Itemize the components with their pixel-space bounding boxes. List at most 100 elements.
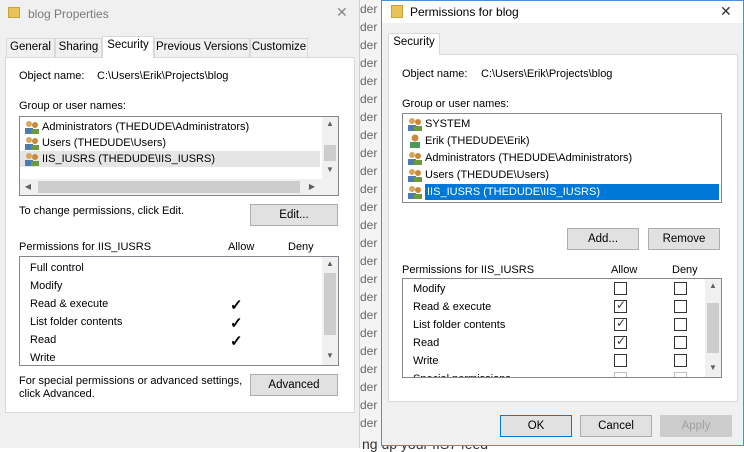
permission-name: Read: [30, 334, 57, 346]
allow-checkbox[interactable]: ✓: [614, 334, 627, 349]
background-text-line: der: [360, 398, 378, 412]
permission-row: Special permissions: [413, 370, 511, 377]
allow-checkbox[interactable]: [614, 282, 627, 295]
scroll-thumb[interactable]: [38, 181, 300, 193]
advanced-button[interactable]: Advanced: [250, 374, 338, 396]
background-text-line: der: [360, 200, 378, 214]
permission-name: Read & execute: [30, 298, 109, 310]
tab-previous-versions[interactable]: Previous Versions: [154, 38, 250, 57]
deny-header: Deny: [672, 264, 698, 276]
background-text-line: der: [360, 38, 378, 52]
vertical-scrollbar[interactable]: ▲ ▼: [322, 117, 338, 179]
permission-name: Modify: [30, 280, 63, 292]
horizontal-scrollbar[interactable]: ◀ ▶: [20, 179, 338, 195]
list-item[interactable]: Users (THEDUDE\Users): [403, 167, 719, 183]
permission-name: List folder contents: [30, 316, 123, 328]
folder-icon: [391, 5, 403, 18]
user-name: Users (THEDUDE\Users): [42, 137, 167, 149]
scroll-right-icon[interactable]: ▶: [304, 182, 320, 191]
deny-checkbox[interactable]: [674, 336, 687, 349]
deny-checkbox[interactable]: [674, 282, 687, 295]
allow-checkbox[interactable]: [614, 372, 627, 377]
allow-checkbox[interactable]: [614, 354, 627, 367]
scroll-thumb[interactable]: [324, 273, 336, 335]
list-item[interactable]: Users (THEDUDE\Users): [20, 135, 320, 151]
add-button[interactable]: Add...: [567, 228, 639, 250]
background-text-line: der: [360, 110, 378, 124]
object-name-label: Object name:: [19, 70, 85, 82]
tab-customize[interactable]: Customize: [250, 38, 308, 57]
deny-checkbox[interactable]: [674, 300, 687, 313]
background-text-line: der: [360, 362, 378, 376]
change-permissions-text: To change permissions, click Edit.: [19, 205, 185, 217]
scroll-up-icon[interactable]: ▲: [705, 281, 721, 290]
check-icon: ✓: [616, 316, 627, 330]
background-text-line: der: [360, 128, 378, 142]
allow-checkbox[interactable]: ✓: [614, 316, 627, 331]
check-icon: ✓: [616, 334, 627, 348]
permission-row: Modify: [413, 280, 445, 298]
permission-row: Read: [30, 331, 56, 349]
remove-button[interactable]: Remove: [648, 228, 720, 250]
scroll-down-icon[interactable]: ▼: [705, 363, 721, 372]
background-text-line: der: [360, 164, 378, 178]
background-text-line: der: [360, 380, 378, 394]
scroll-thumb[interactable]: [324, 145, 336, 161]
check-icon: ✓: [230, 297, 243, 314]
check-icon: ✓: [230, 315, 243, 332]
check-icon: ✓: [230, 333, 243, 350]
group-icon: [408, 118, 422, 131]
user-list[interactable]: Administrators (THEDUDE\Administrators) …: [19, 116, 339, 196]
edit-button[interactable]: Edit...: [250, 204, 338, 226]
close-button[interactable]: ✕: [720, 3, 732, 20]
permissions-header: Permissions for IIS_IUSRS: [402, 264, 535, 276]
tab-security[interactable]: Security: [388, 33, 440, 55]
background-text-line: der: [360, 236, 378, 250]
background-text-line: der: [360, 92, 378, 106]
permissions-list: Full control Modify Read & execute ✓ List fo…: [19, 256, 339, 366]
scroll-down-icon[interactable]: ▼: [322, 165, 338, 174]
list-item[interactable]: Administrators (THEDUDE\Administrators): [20, 119, 320, 135]
permissions-header: Permissions for IIS_IUSRS: [19, 241, 152, 253]
security-tab-panel: Object name: C:\Users\Erik\Projects\blog…: [5, 57, 355, 413]
window-title: blog Properties: [28, 7, 109, 21]
allow-header: Allow: [611, 264, 638, 276]
close-button[interactable]: ✕: [336, 4, 348, 21]
object-name-label: Object name:: [402, 68, 468, 80]
vertical-scrollbar[interactable]: ▲ ▼: [322, 257, 338, 365]
tab-general[interactable]: General: [6, 38, 55, 57]
list-item-selected[interactable]: IIS_IUSRS (THEDUDE\IIS_IUSRS): [403, 184, 719, 200]
scroll-down-icon[interactable]: ▼: [322, 351, 338, 360]
scroll-left-icon[interactable]: ◀: [20, 182, 36, 191]
title-bar: Permissions for blog ✕: [382, 1, 743, 23]
background-text-line: der: [360, 74, 378, 88]
list-item[interactable]: Erik (THEDUDE\Erik): [403, 133, 719, 149]
permission-name: List folder contents: [413, 319, 506, 331]
scroll-up-icon[interactable]: ▲: [322, 119, 338, 128]
user-list[interactable]: SYSTEM Erik (THEDUDE\Erik) Administrators …: [402, 113, 722, 203]
scroll-up-icon[interactable]: ▲: [322, 259, 338, 268]
deny-checkbox[interactable]: [674, 354, 687, 367]
special-permissions-text-2: click Advanced.: [19, 388, 95, 400]
list-item[interactable]: SYSTEM: [403, 116, 719, 132]
cancel-button[interactable]: Cancel: [580, 415, 652, 437]
user-name: SYSTEM: [425, 118, 471, 130]
deny-checkbox[interactable]: [674, 318, 687, 331]
user-name: Administrators (THEDUDE\Administrators): [425, 152, 633, 164]
object-name-value: C:\Users\Erik\Projects\blog: [97, 70, 229, 82]
vertical-scrollbar[interactable]: ▲ ▼: [705, 279, 721, 377]
group-icon: [25, 121, 39, 134]
scroll-thumb[interactable]: [707, 303, 719, 353]
tab-security[interactable]: Security: [102, 36, 154, 58]
apply-button[interactable]: Apply: [660, 415, 732, 437]
deny-checkbox[interactable]: [674, 372, 687, 377]
ok-button[interactable]: OK: [500, 415, 572, 437]
background-text-line: der: [360, 182, 378, 196]
permission-row: Write: [413, 352, 438, 370]
tab-sharing[interactable]: Sharing: [55, 38, 102, 57]
permission-name: Full control: [30, 262, 84, 274]
group-icon: [25, 137, 39, 150]
list-item-selected[interactable]: IIS_IUSRS (THEDUDE\IIS_IUSRS): [20, 151, 320, 167]
allow-checkbox[interactable]: ✓: [614, 298, 627, 313]
list-item[interactable]: Administrators (THEDUDE\Administrators): [403, 150, 719, 166]
